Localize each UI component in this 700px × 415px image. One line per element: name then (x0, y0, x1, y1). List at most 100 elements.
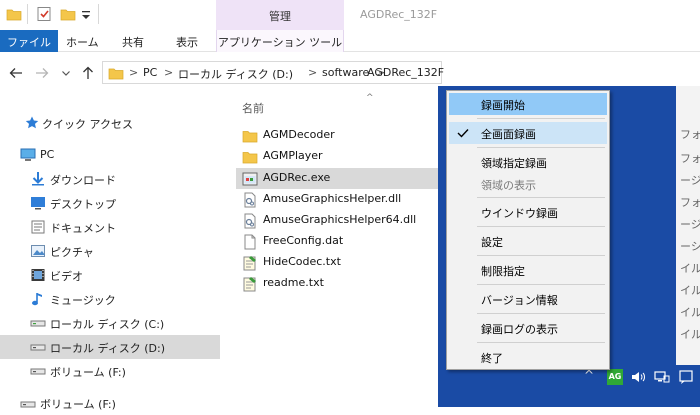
folder-icon (108, 65, 124, 81)
new-folder-icon[interactable] (60, 6, 76, 22)
menu-item-show-recording-log[interactable]: 録画ログの表示 (449, 317, 607, 339)
folder-icon[interactable] (6, 6, 22, 22)
file-row-agmdecoder[interactable]: AGMDecoder (236, 125, 442, 146)
up-arrow-icon[interactable] (80, 65, 96, 81)
breadcrumb-current-folder[interactable]: AGDRec_132F (367, 66, 444, 79)
title-bar: 管理 AGDRec_132F (0, 0, 700, 30)
menu-item-start-recording[interactable]: 録画開始 (449, 93, 607, 115)
sidebar-item-desktop[interactable]: デスクトップ (0, 191, 220, 215)
sidebar-item-label: ビデオ (50, 270, 83, 283)
tab-home[interactable]: ホーム (66, 34, 99, 50)
truncated-text: イル (680, 262, 700, 275)
sidebar-item-label: ドキュメント (50, 222, 116, 235)
tray-context-menu: 録画開始 全画面録画 領域指定録画 領域の表示 ウインドウ録画 設定 制限指定 … (446, 90, 610, 370)
menu-separator (477, 284, 605, 285)
navigation-pane: クイック アクセス PC ダウンロード デスクトップ ドキュメント ピクチャ ビ… (0, 93, 222, 411)
sidebar-item-label: クイック アクセス (42, 118, 133, 131)
sidebar-item-pictures[interactable]: ピクチャ (0, 239, 220, 263)
menu-item-version-info[interactable]: バージョン情報 (449, 288, 607, 310)
ribbon-tabs: ファイル ホーム 共有 表示 アプリケーション ツール (0, 30, 700, 52)
sidebar-item-label: ローカル ディスク (D:) (50, 342, 165, 355)
truncated-text: イル (680, 284, 700, 297)
sidebar-item-documents[interactable]: ドキュメント (0, 215, 220, 239)
menu-separator (477, 226, 605, 227)
file-name: AGDRec.exe (263, 171, 331, 184)
truncated-text: ージ (680, 174, 700, 187)
truncated-text: ーシ (680, 240, 700, 253)
truncated-text: フォ (680, 152, 700, 165)
forward-arrow-icon[interactable] (34, 65, 50, 81)
menu-item-region-recording[interactable]: 領域指定録画 (449, 151, 607, 173)
sidebar-item-music[interactable]: ミュージック (0, 287, 220, 311)
tab-application-tools[interactable]: アプリケーション ツール (216, 30, 344, 52)
download-icon (30, 171, 46, 187)
file-row-freeconfig-dat[interactable]: FreeConfig.dat (236, 231, 442, 252)
sidebar-item-quick-access[interactable]: クイック アクセス (0, 111, 220, 135)
menu-item-exit[interactable]: 終了 (449, 346, 607, 368)
file-name: AGMDecoder (263, 128, 335, 141)
sidebar-item-downloads[interactable]: ダウンロード (0, 167, 220, 191)
breadcrumb-drive-d[interactable]: ローカル ディスク (D:) (178, 66, 293, 82)
file-row-amusegraphicshelper-dll[interactable]: AmuseGraphicsHelper.dll (236, 189, 442, 210)
menu-item-limit-settings[interactable]: 制限指定 (449, 259, 607, 281)
recent-locations-chevron-icon[interactable] (60, 65, 72, 81)
drive-icon (30, 363, 46, 379)
picture-icon (30, 243, 46, 259)
sidebar-item-drive-d[interactable]: ローカル ディスク (D:) (0, 335, 220, 359)
partially-visible-window: フォ フォ ージ フォ ージ ーシ イル イル イル イル (676, 86, 700, 407)
divider (27, 4, 28, 24)
network-icon[interactable] (654, 369, 670, 385)
file-row-readme-txt[interactable]: readme.txt (236, 273, 442, 294)
drive-icon (30, 315, 46, 331)
column-header-name[interactable]: 名前 (242, 100, 264, 116)
file-row-agmplayer[interactable]: AGMPlayer (236, 146, 442, 167)
menu-item-fullscreen-recording[interactable]: 全画面録画 (449, 122, 607, 144)
tab-manage[interactable]: 管理 (216, 0, 344, 30)
star-icon (24, 115, 40, 131)
file-name: HideCodec.txt (263, 255, 341, 268)
back-arrow-icon[interactable] (8, 65, 24, 81)
file-row-amusegraphicshelper64-dll[interactable]: AmuseGraphicsHelper64.dll (236, 210, 442, 231)
tab-view[interactable]: 表示 (176, 34, 198, 50)
file-row-hidecodec-txt[interactable]: HideCodec.txt (236, 252, 442, 273)
truncated-text: イル (680, 328, 700, 341)
window-title: AGDRec_132F (360, 8, 438, 21)
sidebar-item-volume-f-root[interactable]: ボリューム (F:) (0, 391, 220, 415)
volume-icon[interactable] (630, 369, 646, 385)
drive-icon (30, 339, 46, 355)
customize-quick-access-icon[interactable] (80, 6, 92, 22)
sidebar-item-drive-c[interactable]: ローカル ディスク (C:) (0, 311, 220, 335)
menu-item-label: 終了 (481, 352, 503, 365)
text-file-icon (242, 255, 258, 271)
sidebar-item-label: ボリューム (F:) (40, 398, 116, 411)
tab-file[interactable]: ファイル (0, 30, 58, 52)
dll-file-icon (242, 213, 258, 229)
menu-item-label: 録画ログの表示 (481, 323, 558, 336)
menu-item-window-recording[interactable]: ウインドウ録画 (449, 201, 607, 223)
truncated-text: ージ (680, 218, 700, 231)
menu-separator (477, 118, 605, 119)
menu-separator (477, 342, 605, 343)
sidebar-item-videos[interactable]: ビデオ (0, 263, 220, 287)
sort-ascending-icon[interactable]: ^ (366, 93, 374, 103)
show-hidden-icons-chevron[interactable]: ^ (584, 368, 594, 384)
breadcrumb-software[interactable]: software (322, 66, 369, 79)
breadcrumb-separator: > (129, 66, 139, 79)
properties-icon[interactable] (36, 6, 52, 22)
tab-file-label: ファイル (7, 36, 51, 49)
breadcrumb-pc[interactable]: PC (143, 66, 157, 79)
truncated-text: フォ (680, 128, 700, 141)
file-row-agdrec-exe[interactable]: AGDRec.exe (236, 168, 442, 189)
sidebar-item-label: PC (40, 148, 55, 161)
tab-share[interactable]: 共有 (122, 34, 144, 50)
menu-item-settings[interactable]: 設定 (449, 230, 607, 252)
agdrec-tray-icon[interactable]: AG (607, 369, 623, 385)
menu-item-label: 領域指定録画 (481, 157, 547, 170)
menu-separator (477, 147, 605, 148)
sidebar-item-volume-f[interactable]: ボリューム (F:) (0, 359, 220, 383)
file-name: readme.txt (263, 276, 324, 289)
breadcrumb-separator: > (308, 66, 318, 79)
action-center-icon[interactable] (678, 369, 694, 385)
sidebar-item-pc[interactable]: PC (0, 143, 220, 167)
menu-item-label: 制限指定 (481, 265, 525, 278)
